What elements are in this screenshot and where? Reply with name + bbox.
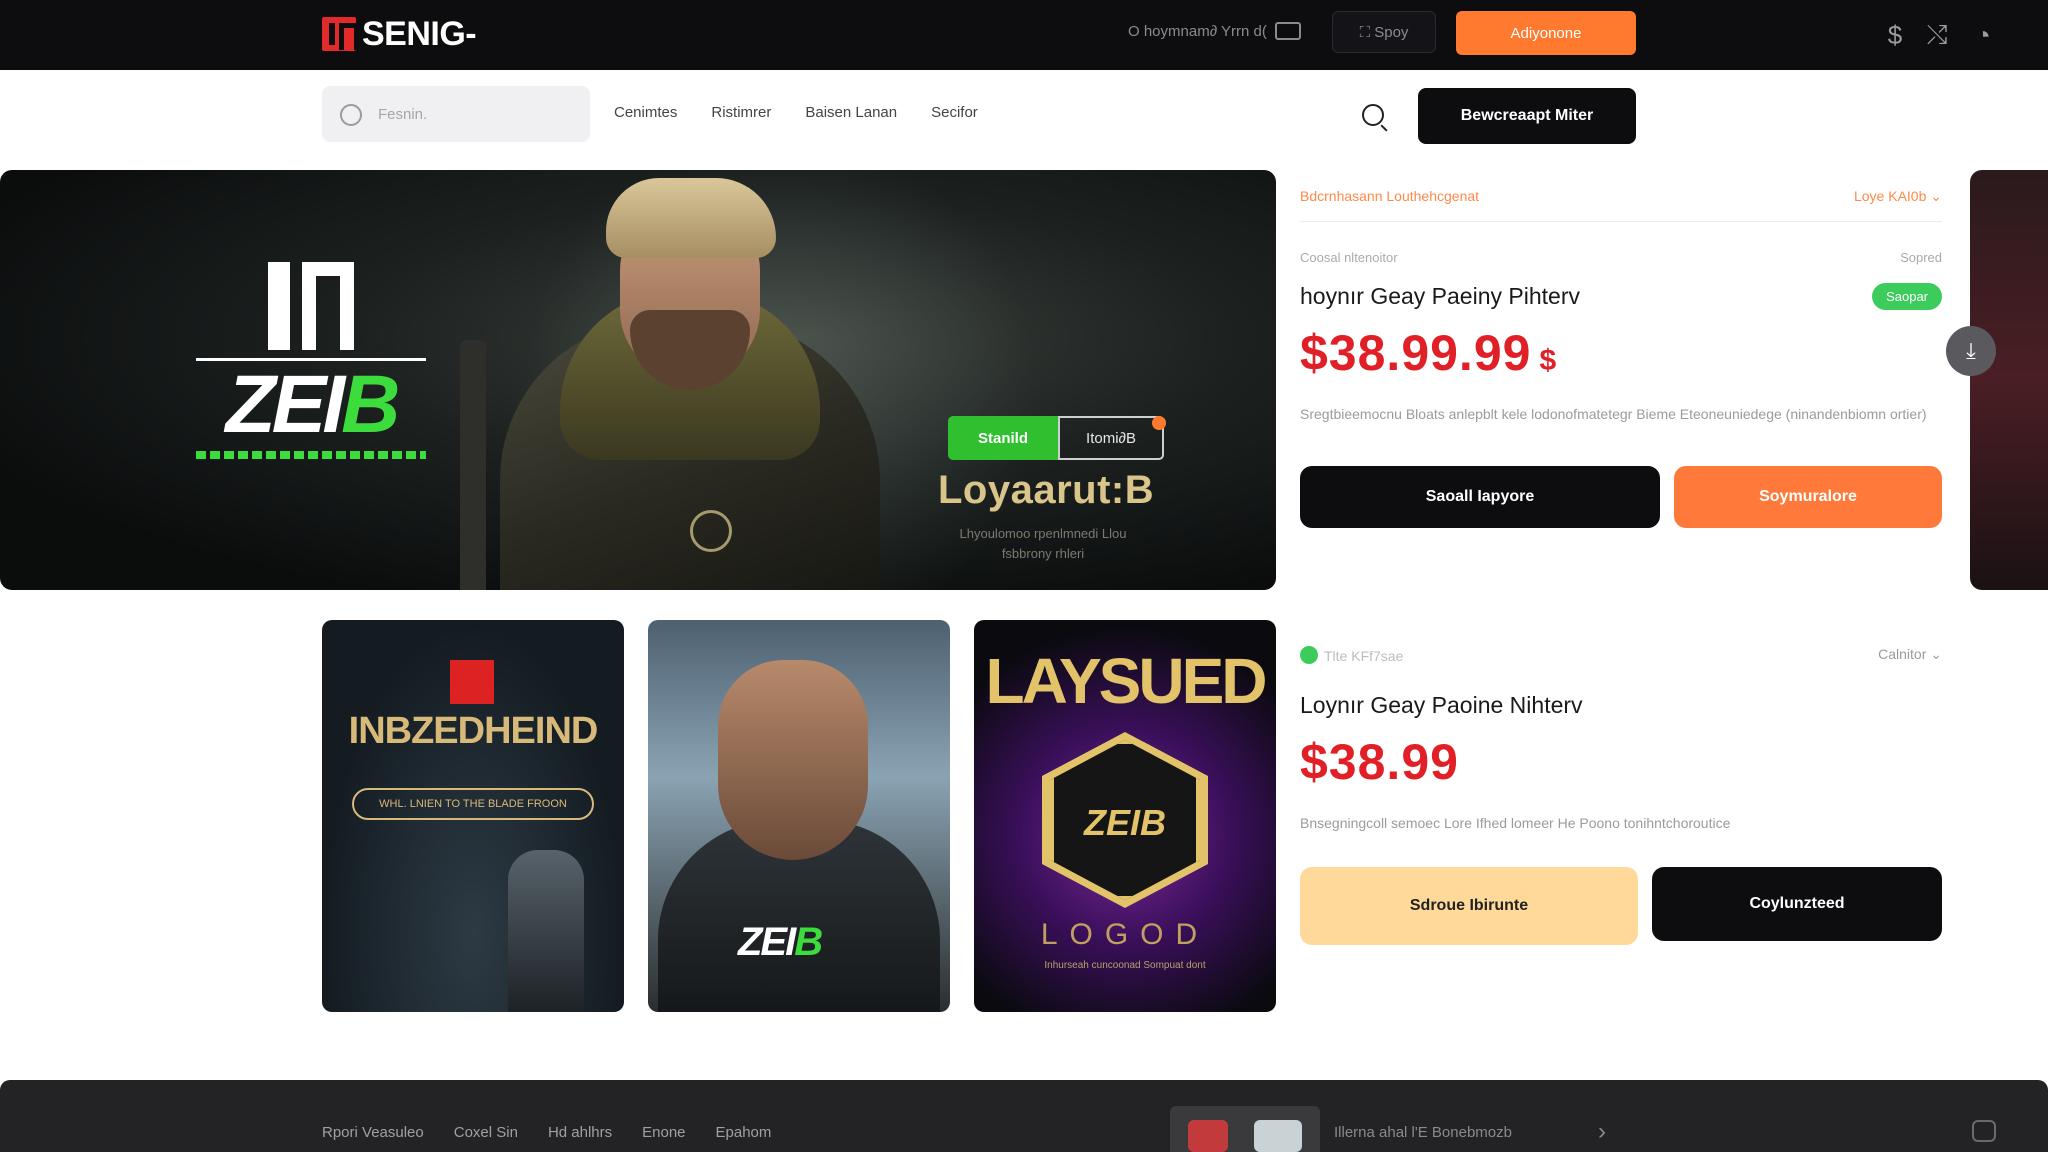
hero-secondary-button[interactable]: Itomi∂B (1058, 416, 1164, 460)
card-1-title-row: hoynır Geay Paeiny Pihterv Saopar (1300, 283, 1942, 310)
carousel-next-icon[interactable]: ⤓ (1946, 326, 1996, 376)
search-icon (340, 104, 362, 126)
footer-link-1[interactable]: Rpori Veasuleo (322, 1124, 424, 1141)
hero-banner[interactable]: ZEIB Loyaarut:B Lhyoulomoo rpenlmnedi Ll… (0, 170, 1276, 590)
top-secondary-button[interactable]: ⛶ Spoy (1332, 11, 1436, 53)
card-2-actions: Sdroue Ibirunte Coylunzteed (1300, 867, 1942, 945)
thumb-1-tagline: WHL. LNIEN TO THE BLADE FROON (352, 788, 594, 820)
chevron-right-icon[interactable]: › (1598, 1118, 1606, 1146)
footer-thumb-2[interactable] (1254, 1120, 1302, 1152)
product-card-2: Tlte KFf7sae Calnitor ⌄ Loynır Geay Paoi… (1300, 646, 1942, 945)
hero-character-art (460, 170, 900, 590)
chevron-down-icon: ⌄ (1930, 646, 1942, 662)
brand-name: SENIG- (362, 14, 477, 53)
top-primary-button[interactable]: Adiyonone (1456, 11, 1636, 55)
header-cta-button[interactable]: Bewcreaapt Miter (1418, 88, 1636, 144)
card-2-header: Tlte KFf7sae Calnitor ⌄ (1300, 646, 1942, 664)
card-icon (1274, 22, 1301, 40)
footer-links: Rpori Veasuleo Coxel Sin Hd ahlhrs Enone… (322, 1124, 771, 1141)
footer-right-text[interactable]: Illerna ahal l'E Bonebmozb (1334, 1124, 1512, 1141)
thumb-3-title: LAYSUED (985, 645, 1268, 717)
hero-subtitle: Lhyoulomoo rpenlmnedi Llou fsbbrony rhle… (959, 526, 1127, 561)
card-2-title-row: Loynır Geay Paoine Nihterv (1300, 692, 1942, 719)
thumb-3-subtitle: Inhurseah cuncoonad Sompuat dont (1044, 960, 1206, 971)
hero-logo-mark-icon (268, 262, 354, 350)
card-2-description: Bnsegningcoll semoec Lore Ifhed lomeer H… (1300, 815, 1731, 831)
hero-logo-word: ZEIB (225, 359, 401, 450)
brand-logo[interactable]: SENIG- (322, 14, 477, 54)
search-bar[interactable] (322, 86, 590, 142)
card-1-description: Sregtbieemocnu Bloats anlepblt kele lodo… (1300, 406, 1927, 422)
hero-title: Loyaarut:B (938, 468, 1155, 512)
footer-link-4[interactable]: Enone (642, 1124, 685, 1141)
card-2-category[interactable]: Tlte KFf7sae (1300, 646, 1403, 664)
thumb-3-logo-text: LOGOD (1040, 918, 1210, 951)
sub-navigation: Cenimtes Ristimrer Baisen Lanan Secifor (614, 104, 978, 121)
next-slide-preview[interactable] (1970, 170, 2048, 590)
card-1-title[interactable]: hoynır Geay Paeiny Pihterv (1300, 283, 1580, 310)
thumb-2-soldier-face (718, 660, 868, 860)
nav-search-icon[interactable] (1362, 104, 1384, 126)
card-1-meta: Coosal nltenoitor Sopred (1300, 250, 1942, 265)
card-1-actions: Saoall Iapyore Soymuralore (1300, 466, 1942, 528)
thumb-3-emblem-word: ZEIB (1083, 802, 1166, 843)
brand-mark-icon (322, 17, 359, 51)
thumb-1-title: INBZEDHEIND (348, 710, 599, 752)
hero-primary-button[interactable]: Stanild (948, 416, 1058, 460)
footer-link-3[interactable]: Hd ahlhrs (548, 1124, 612, 1141)
card-1-category[interactable]: Bdcrnhasann Louthehcgenat (1300, 188, 1479, 205)
product-card-1: Bdcrnhasann Louthehcgenat Loye KAI0b ⌄ C… (1300, 188, 1942, 528)
hero-logo-strip (196, 451, 426, 459)
card-2-title[interactable]: Loynır Geay Paoine Nihterv (1300, 692, 1583, 719)
card-1-price: $38.99.99 $ (1300, 325, 1558, 381)
notification-dot-icon (1152, 416, 1166, 430)
footer-thumbnail-tray[interactable] (1170, 1106, 1320, 1152)
chat-icon[interactable] (1972, 1120, 1996, 1142)
game-thumbnail-3[interactable]: LAYSUED ZEIB LOGOD Inhurseah cuncoonad S… (974, 620, 1276, 1012)
card-2-secondary-button[interactable]: Sdroue Ibirunte (1300, 867, 1638, 945)
thumb-1-brand-icon (450, 660, 494, 704)
card-1-meta-left: Coosal nltenoitor (1300, 250, 1398, 265)
chevron-down-icon: ⌄ (1930, 188, 1942, 204)
card-2-price: $38.99 (1300, 734, 1459, 790)
nav-item-4[interactable]: Secifor (931, 104, 978, 121)
footer-thumb-1[interactable] (1188, 1120, 1228, 1152)
card-1-status-badge: Saopar (1872, 283, 1942, 310)
shuffle-icon[interactable]: ⤭ (1920, 18, 1954, 52)
character-badge-icon (690, 510, 732, 552)
game-thumbnail-1[interactable]: INBZEDHEIND WHL. LNIEN TO THE BLADE FROO… (322, 620, 624, 1012)
top-bar: SENIG- O hoymnam∂ Yrrn d( ⛶ Spoy Adiyono… (0, 0, 2048, 70)
dollar-icon[interactable]: $ (1878, 18, 1912, 52)
nav-item-2[interactable]: Ristimrer (711, 104, 771, 121)
footer-link-5[interactable]: Epahom (716, 1124, 772, 1141)
hero-game-logo: ZEIB (196, 262, 426, 459)
card-2-dropdown[interactable]: Calnitor ⌄ (1878, 646, 1942, 664)
card-1-secondary-button[interactable]: Saoall Iapyore (1300, 466, 1660, 528)
green-status-icon (1300, 646, 1318, 664)
card-2-primary-button[interactable]: Coylunzteed (1652, 867, 1942, 941)
footer-link-2[interactable]: Coxel Sin (454, 1124, 518, 1141)
rifle-art (460, 340, 486, 590)
card-1-header: Bdcrnhasann Louthehcgenat Loye KAI0b ⌄ (1300, 188, 1942, 205)
character-hair (606, 178, 776, 258)
card-1-divider (1300, 221, 1942, 222)
top-links-text[interactable]: O hoymnam∂ Yrrn d( (1128, 23, 1267, 40)
game-thumbnail-2[interactable]: ZEIB (648, 620, 950, 1012)
card-1-meta-right: Sopred (1900, 250, 1942, 265)
thumb-1-gauntlet-art (508, 850, 584, 1012)
nav-item-3[interactable]: Baisen Lanan (805, 104, 897, 121)
thumb-2-logo: ZEIB (738, 920, 823, 964)
top-links[interactable]: O hoymnam∂ Yrrn d( (1128, 22, 1301, 40)
search-input[interactable] (378, 102, 568, 126)
nav-item-1[interactable]: Cenimtes (614, 104, 677, 121)
card-1-buy-button[interactable]: Soymuralore (1674, 466, 1942, 528)
footer: Rpori Veasuleo Coxel Sin Hd ahlhrs Enone… (0, 1080, 2048, 1152)
card-1-dropdown[interactable]: Loye KAI0b ⌄ (1854, 188, 1942, 205)
gamepad-icon[interactable]: ◔ (1966, 18, 2000, 52)
